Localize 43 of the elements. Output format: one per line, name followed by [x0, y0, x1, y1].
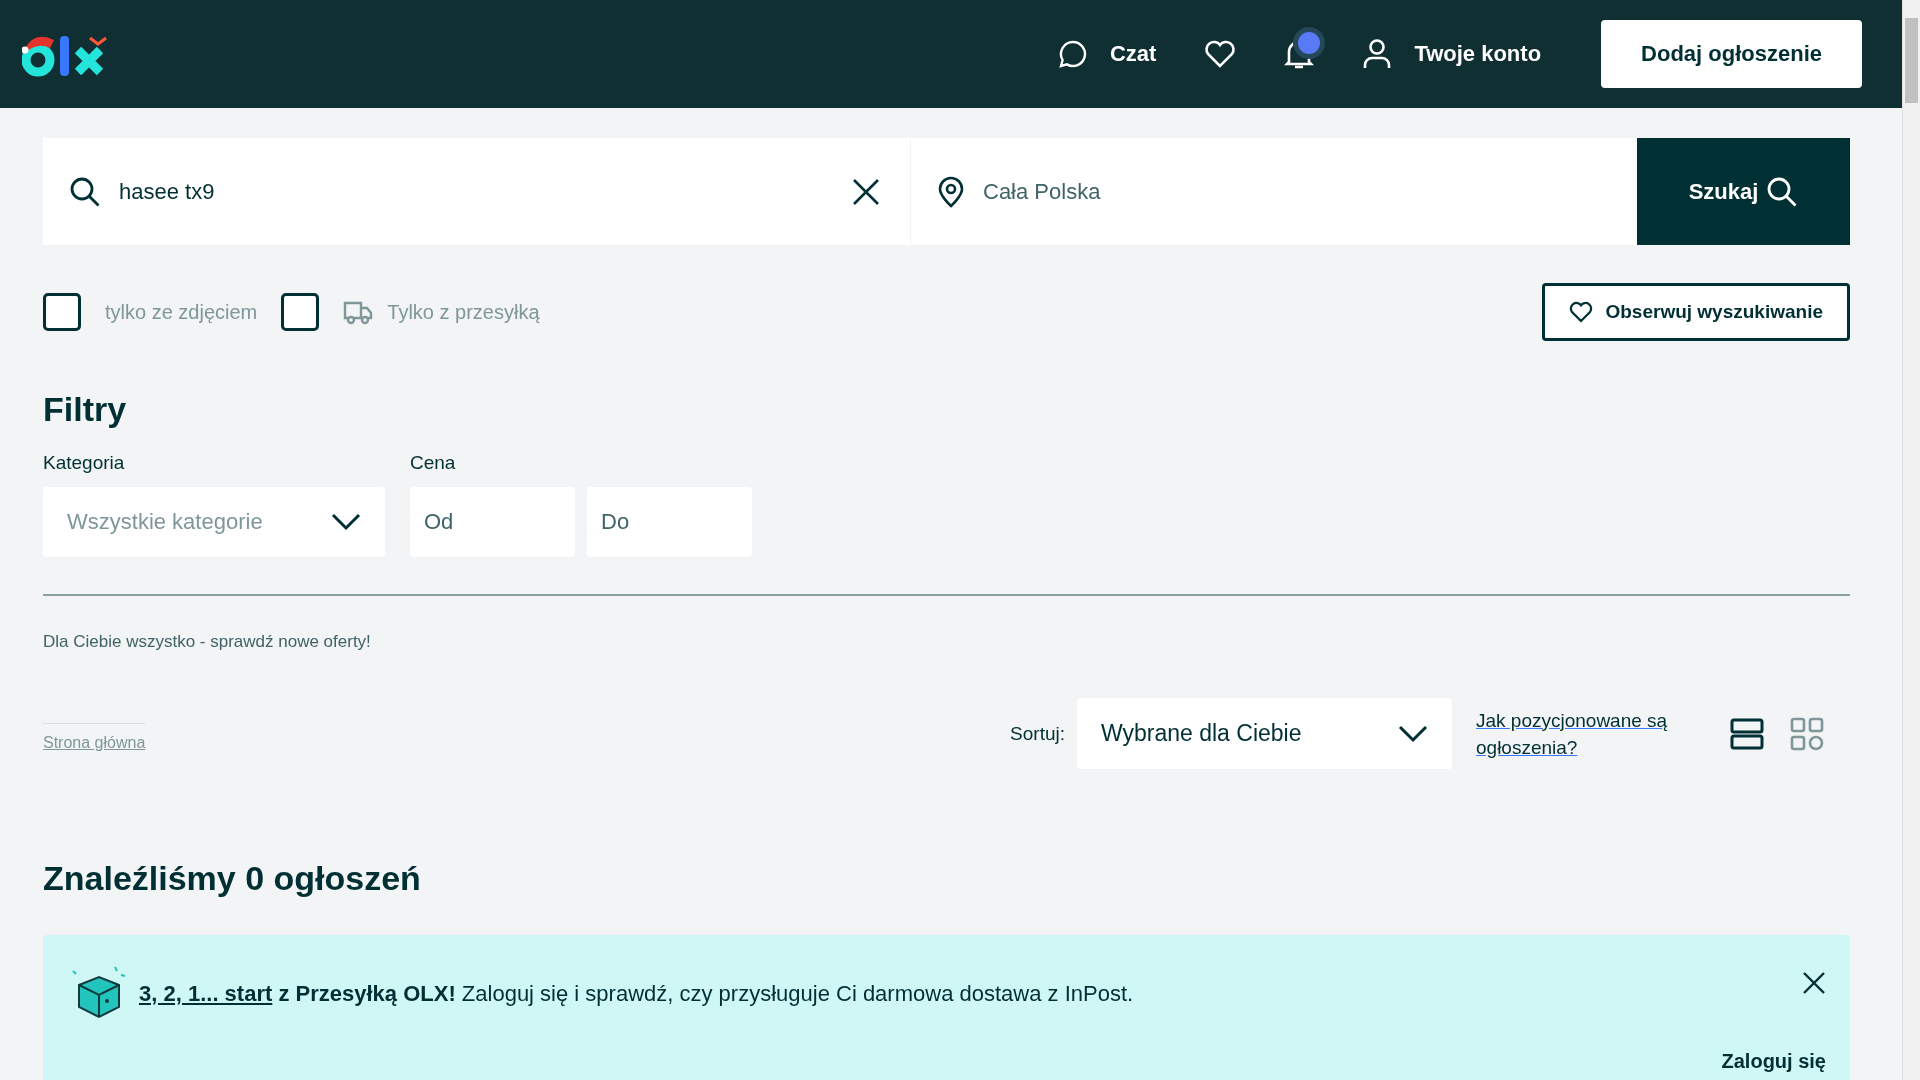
- results-heading: Znaleźliśmy 0 ogłoszeń: [43, 858, 422, 899]
- truck-icon: [343, 299, 374, 325]
- close-icon: [852, 177, 880, 206]
- grid-view-icon: [1790, 716, 1824, 751]
- location-pin-icon: [937, 175, 965, 208]
- user-icon: [1362, 38, 1393, 70]
- chat-bubble-icon: [1057, 39, 1088, 69]
- location-input[interactable]: Cała Polska: [981, 160, 1611, 223]
- login-button[interactable]: Zaloguj się: [1721, 1050, 1826, 1073]
- close-icon: [1802, 971, 1826, 995]
- checkbox[interactable]: [43, 293, 81, 331]
- chevron-down-icon: [1398, 724, 1428, 743]
- close-button[interactable]: [1802, 971, 1826, 995]
- scrollbar-thumb[interactable]: [1905, 18, 1918, 103]
- chat-link[interactable]: Czat: [1033, 24, 1181, 84]
- price-from-input[interactable]: Od: [410, 487, 575, 557]
- field-label: Cena: [410, 451, 457, 475]
- promo-link[interactable]: 3, 2, 1... start: [139, 981, 273, 1006]
- field-label: Kategoria: [43, 451, 126, 475]
- price-to-input[interactable]: Do: [587, 487, 752, 557]
- promo-text: Dla Ciebie wszystko - sprawdź nowe oferty!: [43, 632, 372, 652]
- promo-message: 3, 2, 1... start z Przesyłką OLX! Zaloguj się i sprawdź, czy przysługuje Ci darmowa dostawa z InPost.: [139, 980, 1134, 1008]
- chevron-down-icon: [331, 513, 361, 531]
- account-link[interactable]: Twoje konto: [1338, 24, 1566, 84]
- observe-search-button[interactable]: Obserwuj wyszukiwanie: [1542, 283, 1850, 341]
- list-view-icon: [1730, 716, 1764, 751]
- post-ad-button[interactable]: Dodaj ogłoszenie: [1601, 20, 1862, 88]
- sort-label: Sortuj:: [1010, 722, 1065, 745]
- search-icon: [69, 175, 101, 208]
- checkbox-label: Tylko z przesyłką: [387, 300, 540, 324]
- heart-icon: [1569, 301, 1594, 323]
- checkbox[interactable]: [281, 293, 320, 331]
- filters-heading: Filtry: [43, 389, 128, 430]
- checkbox-label: tylko ze zdjęciem: [105, 300, 258, 324]
- search-icon: [1766, 175, 1799, 208]
- ranking-info-link[interactable]: Jak pozycjonowane są ogłoszenia?: [1476, 706, 1690, 761]
- heart-icon: [1204, 40, 1237, 68]
- list-view-button[interactable]: [1730, 716, 1764, 751]
- search-input[interactable]: hasee tx9: [117, 160, 832, 223]
- grid-view-button[interactable]: [1790, 716, 1824, 751]
- sort-select[interactable]: Wybrane dla Ciebie: [1077, 698, 1452, 769]
- scrollbar[interactable]: [1902, 0, 1920, 1080]
- search-button[interactable]: Szukaj: [1637, 138, 1850, 245]
